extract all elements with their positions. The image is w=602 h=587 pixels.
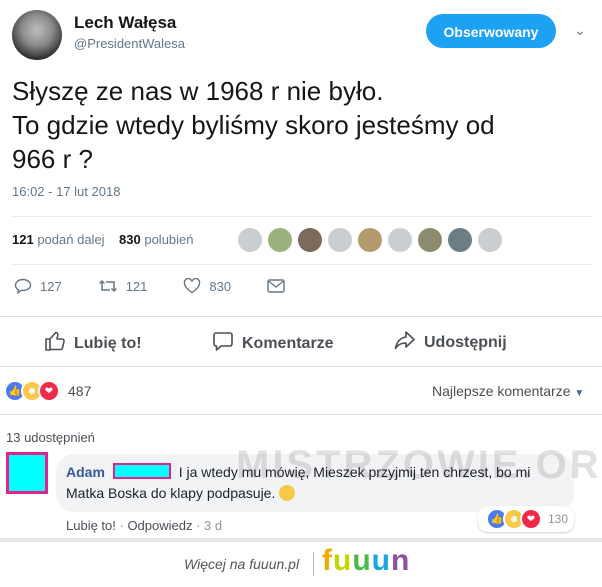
reply-action[interactable]: 127 [14,278,62,294]
divider [12,264,592,265]
liker-avatar[interactable] [388,228,412,252]
chevron-down-icon[interactable]: ⌄ [574,22,586,39]
tweet-stats: 121 podań dalej 830 polubień [12,232,194,247]
fuuun-logo[interactable]: fuuun [322,544,410,578]
liker-avatar[interactable] [358,228,382,252]
liker-avatar[interactable] [448,228,472,252]
retweet-icon [98,278,118,294]
liker-avatar[interactable] [268,228,292,252]
reply-count: 127 [40,278,62,294]
laughing-emoji-icon [279,485,296,501]
liker-avatar[interactable] [328,228,352,252]
retweet-action[interactable]: 121 [98,278,148,294]
author-handle[interactable]: @PresidentWalesa [74,36,185,51]
sort-label: Najlepsze komentarze [432,383,571,399]
likes-count[interactable]: 830 [119,232,141,247]
retweets-count[interactable]: 121 [12,232,34,247]
redacted-surname [112,463,171,479]
comment-reactions[interactable]: 👍 ☻ ❤ 130 [478,506,575,532]
reactions-summary[interactable]: 👍 ☻ ❤ [4,380,60,402]
tweet-timestamp[interactable]: 16:02 - 17 lut 2018 [12,184,120,199]
divider [0,366,602,367]
caret-down-icon: ▼ [574,388,585,399]
reactions-count[interactable]: 487 [68,383,91,399]
love-reaction-icon: ❤ [38,380,60,402]
tweet-text-line-3: 966 r ? [12,144,93,174]
more-link[interactable]: Więcej na fuuun.pl [184,556,299,572]
liker-avatar[interactable] [478,228,502,252]
shares-count[interactable]: 13 udostępnień [6,430,95,445]
commenter-avatar-redacted[interactable] [6,452,48,494]
follow-button[interactable]: Obserwowany [426,14,556,48]
tweet-text-line-1: Słyszę ze nas w 1968 r nie było. [12,76,384,106]
likes-label[interactable]: polubień [144,232,193,247]
divider [313,552,314,576]
comment-author[interactable]: Adam [66,464,105,480]
like-button-label: Lubię to! [74,334,142,352]
heart-icon [183,278,201,294]
envelope-icon [267,279,285,293]
tweet-text-line-2: To gdzie wtedy byliśmy skoro jesteśmy od [12,110,495,140]
divider [0,414,602,415]
like-button[interactable]: Lubię to! [44,330,142,357]
comment-body: Adam I ja wtedy mu mówię, Mieszek przyjm… [66,462,566,504]
comment-sort-dropdown[interactable]: Najlepsze komentarze ▼ [432,383,584,399]
divider [12,216,592,217]
comment-reactions-count: 130 [548,512,569,526]
comment-links: Lubię to! · Odpowiedz · 3 d [66,518,223,533]
like-action[interactable]: 830 [183,278,231,294]
like-count: 830 [209,278,232,294]
liker-avatar[interactable] [238,228,262,252]
share-arrow-icon [394,330,416,355]
comment-button[interactable]: Komentarze [212,330,334,357]
tweet-actions: 127 121 830 [14,278,321,294]
retweet-count: 121 [125,278,148,294]
likers-avatars [238,228,502,252]
author-avatar[interactable] [12,10,62,60]
share-button[interactable]: Udostępnij [394,330,507,355]
author-name[interactable]: Lech Wałęsa [74,13,176,33]
speech-bubble-icon [212,330,234,357]
liker-avatar[interactable] [298,228,322,252]
thumbs-up-icon [44,330,66,357]
message-action[interactable] [267,279,285,293]
site-footer [0,538,602,587]
love-reaction-icon: ❤ [520,508,542,530]
tweet-text: Słyszę ze nas w 1968 r nie było. To gdzi… [12,74,572,176]
retweets-label[interactable]: podań dalej [37,232,104,247]
share-button-label: Udostępnij [424,333,507,351]
comment-reply-link[interactable]: Odpowiedz [127,518,192,533]
facebook-action-bar: Lubię to! Komentarze Udostępnij [0,322,602,362]
comment-button-label: Komentarze [242,334,334,352]
comment-like-link[interactable]: Lubię to! [66,518,116,533]
liker-avatar[interactable] [418,228,442,252]
divider [0,316,602,317]
comment-age[interactable]: 3 d [204,518,222,533]
reply-icon [14,278,32,294]
